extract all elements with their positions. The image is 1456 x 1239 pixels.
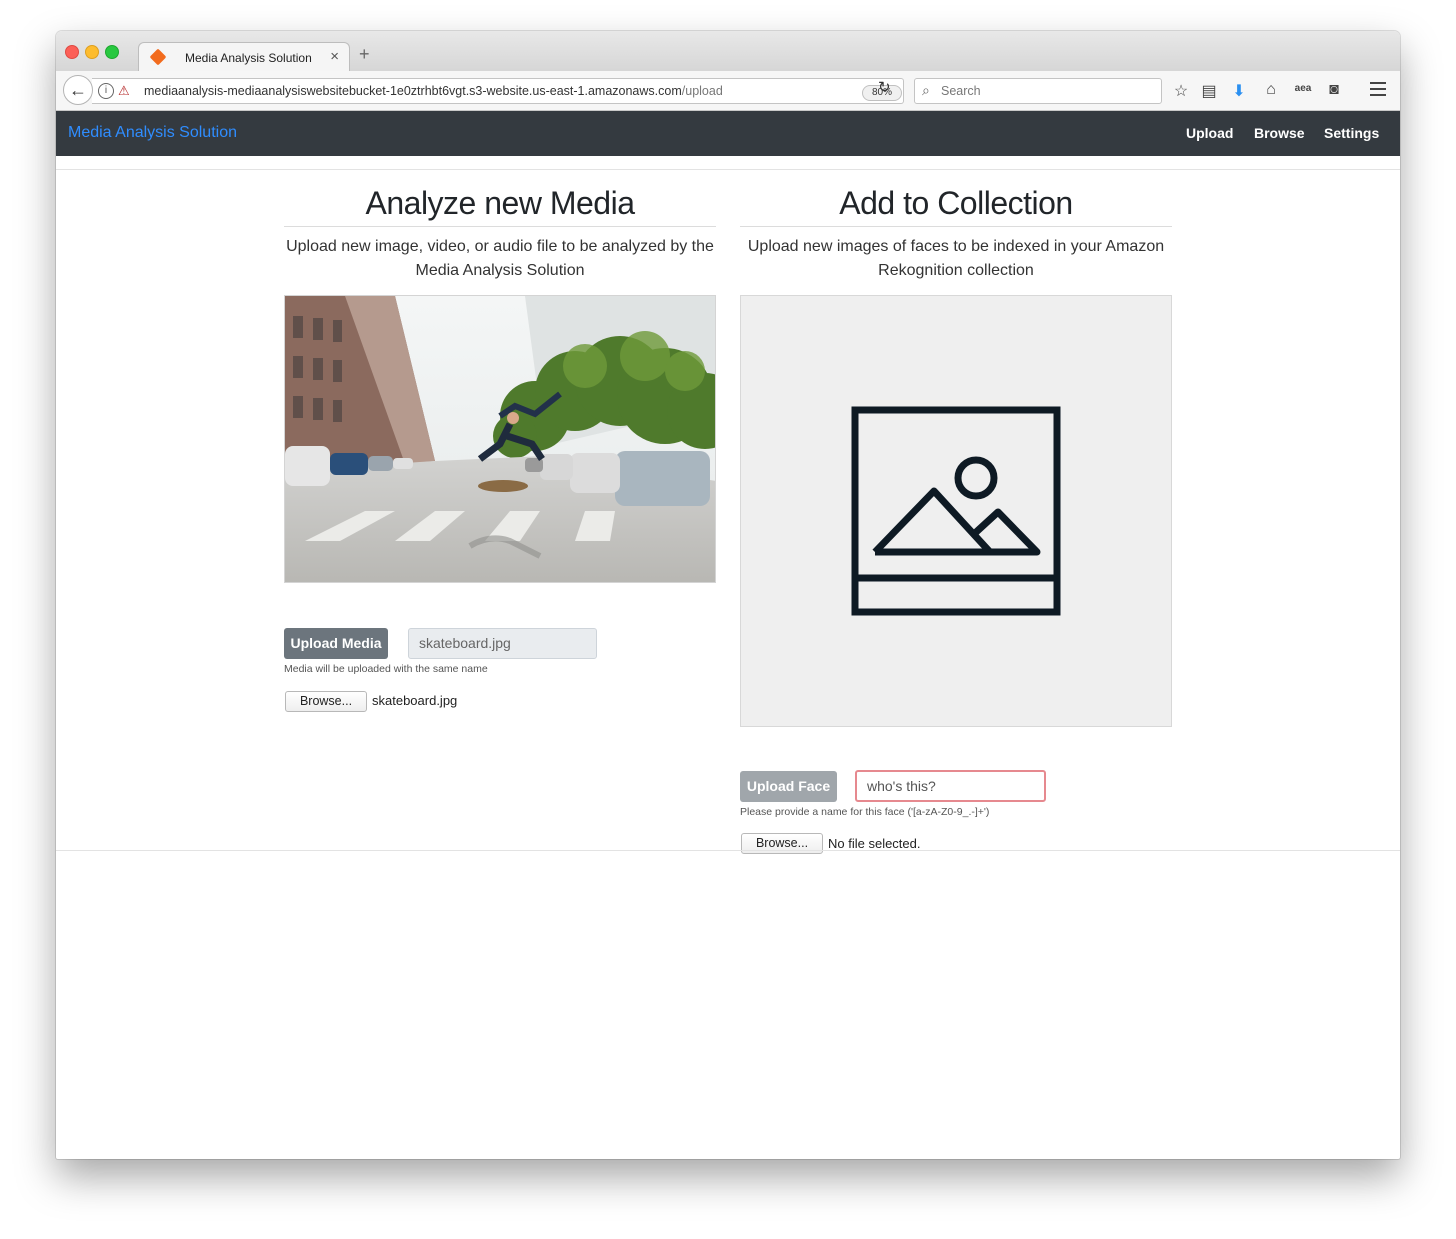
top-divider — [56, 169, 1400, 170]
nav-browse[interactable]: Browse — [1254, 125, 1305, 141]
media-selected-file: skateboard.jpg — [372, 693, 458, 708]
face-help-text: Please provide a name for this face ('[a… — [740, 806, 990, 818]
amazon-assistant-icon[interactable]: aea — [1293, 83, 1313, 94]
media-filename-field[interactable]: skateboard.jpg — [408, 628, 597, 659]
bottom-divider — [56, 850, 1400, 851]
address-bar[interactable]: i ⚠ mediaanalysis-mediaanalysiswebsitebu… — [92, 78, 904, 104]
close-tab-icon[interactable]: × — [330, 48, 339, 65]
analyze-description: Upload new image, video, or audio file t… — [286, 238, 714, 279]
back-arrow-icon: ← — [69, 79, 87, 100]
collection-section: Add to Collection Upload new images of f… — [740, 181, 1172, 854]
brand-link[interactable]: Media Analysis Solution — [68, 124, 237, 142]
face-name-field[interactable]: who's this? — [855, 770, 1046, 802]
media-help-text: Media will be uploaded with the same nam… — [284, 663, 488, 675]
back-button[interactable]: ← — [63, 75, 93, 105]
face-selected-file: No file selected. — [828, 836, 921, 851]
upload-media-button[interactable]: Upload Media — [284, 628, 388, 659]
search-placeholder: Search — [941, 84, 981, 98]
url-text[interactable]: mediaanalysis-mediaanalysiswebsitebucket… — [144, 84, 723, 98]
url-path: /upload — [681, 84, 723, 98]
collection-title: Add to Collection — [740, 181, 1172, 227]
upload-face-button[interactable]: Upload Face — [740, 771, 837, 802]
bookmark-star-icon[interactable]: ☆ — [1171, 81, 1191, 101]
image-placeholder-icon — [851, 406, 1061, 616]
new-tab-icon[interactable]: + — [359, 44, 370, 65]
media-browse-button[interactable]: Browse... — [285, 691, 367, 712]
collection-description: Upload new images of faces to be indexed… — [747, 238, 1165, 279]
search-input[interactable]: ⌕ Search — [914, 78, 1162, 104]
nav-upload[interactable]: Upload — [1186, 125, 1233, 141]
browser-tab[interactable]: Media Analysis Solution × — [138, 42, 350, 72]
minimize-window-button[interactable] — [85, 45, 99, 59]
url-host: mediaanalysis-mediaanalysiswebsitebucket… — [144, 84, 682, 98]
analyze-title: Analyze new Media — [284, 181, 716, 227]
skateboard-photo-image — [285, 296, 715, 582]
favicon-icon — [149, 48, 167, 66]
tab-title: Media Analysis Solution — [185, 51, 312, 65]
home-icon[interactable]: ⌂ — [1261, 81, 1281, 99]
zoom-window-button[interactable] — [105, 45, 119, 59]
close-window-button[interactable] — [65, 45, 79, 59]
hamburger-menu-icon[interactable] — [1370, 82, 1386, 100]
tab-bar: Media Analysis Solution × + — [56, 31, 1400, 72]
search-icon: ⌕ — [922, 82, 930, 98]
browser-window: Media Analysis Solution × + i ⚠ mediaana… — [56, 31, 1400, 1159]
nav-settings[interactable]: Settings — [1324, 125, 1379, 141]
insecure-connection-icon[interactable]: ⚠ — [118, 83, 130, 99]
skateboard-photo — [284, 295, 716, 583]
app-navbar: Media Analysis Solution Upload Browse Se… — [56, 111, 1400, 156]
reading-list-icon[interactable]: ▤ — [1199, 81, 1219, 101]
analyze-section: Analyze new Media Upload new image, vide… — [284, 181, 716, 712]
face-image-placeholder — [740, 295, 1172, 727]
info-icon[interactable]: i — [98, 83, 114, 99]
reload-icon[interactable]: ↻ — [878, 78, 891, 96]
browser-toolbar: i ⚠ mediaanalysis-mediaanalysiswebsitebu… — [56, 71, 1400, 111]
pocket-icon[interactable]: ◙ — [1324, 81, 1344, 99]
download-icon[interactable]: ⬇ — [1229, 81, 1249, 101]
